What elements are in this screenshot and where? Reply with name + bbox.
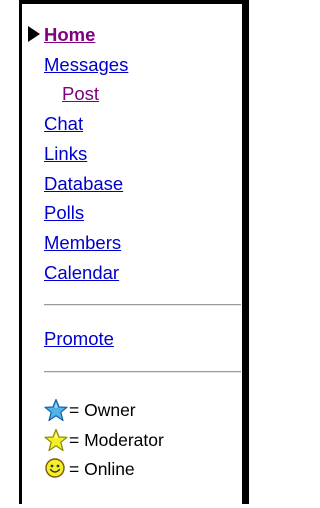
divider-top — [44, 304, 241, 306]
current-page-pointer-icon — [28, 26, 40, 42]
sidebar-item-database[interactable]: Database — [44, 169, 244, 199]
yellow-star-icon — [44, 428, 68, 452]
sidebar-nav: Home Messages Post Chat Links Database P… — [44, 20, 244, 287]
sidebar-item-post[interactable]: Post — [44, 79, 244, 109]
sidebar-item-links[interactable]: Links — [44, 139, 244, 169]
promote-link[interactable]: Promote — [44, 324, 114, 354]
legend-owner: = Owner — [44, 398, 244, 422]
legend-moderator: = Moderator — [44, 428, 244, 452]
legend-online-label: = Online — [69, 458, 135, 479]
divider-bottom — [44, 371, 241, 373]
sidebar-item-members[interactable]: Members — [44, 228, 244, 258]
smiley-face-icon — [44, 457, 68, 481]
sidebar-item-calendar[interactable]: Calendar — [44, 258, 244, 288]
sidebar-item-polls[interactable]: Polls — [44, 198, 244, 228]
sidebar-item-home[interactable]: Home — [44, 20, 244, 50]
legend-owner-label: = Owner — [69, 399, 136, 420]
blue-star-icon — [44, 398, 68, 422]
sidebar-item-chat[interactable]: Chat — [44, 109, 244, 139]
legend-moderator-label: = Moderator — [69, 429, 164, 450]
legend-online: = Online — [44, 457, 244, 481]
sidebar-item-messages[interactable]: Messages — [44, 50, 244, 80]
